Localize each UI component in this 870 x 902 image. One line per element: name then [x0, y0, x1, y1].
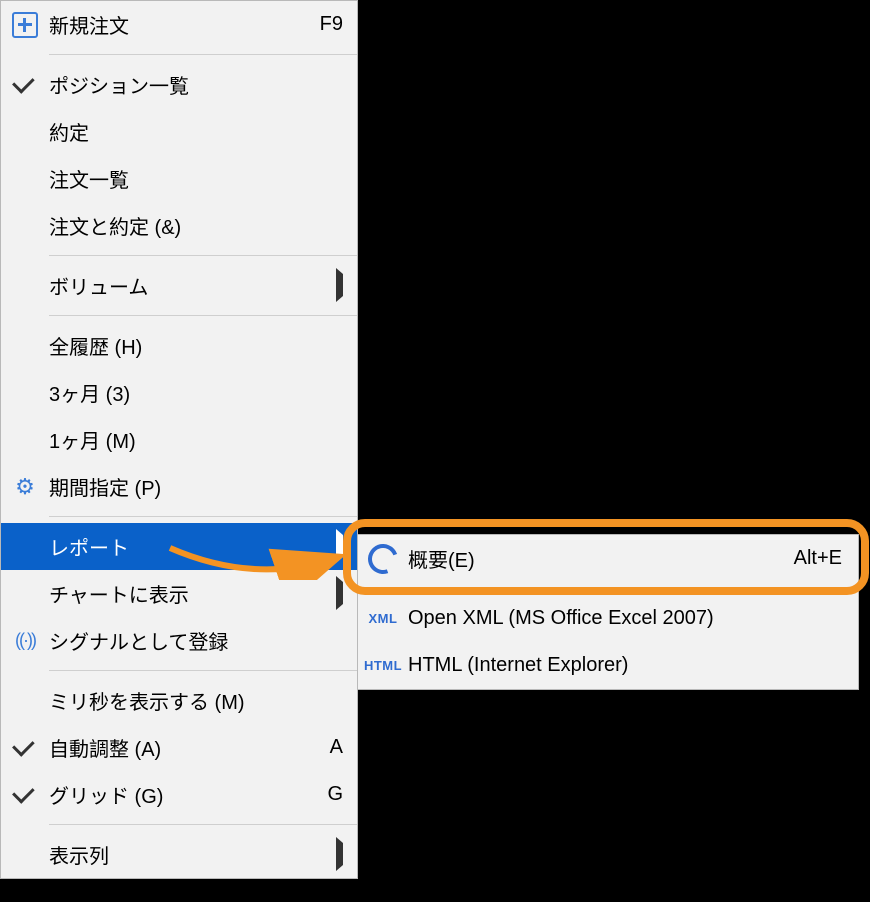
menu-item-label: 注文と約定 (&) — [49, 211, 343, 240]
menu-item-label: 注文一覧 — [49, 164, 343, 193]
menu-item-shortcut: F9 — [320, 13, 343, 36]
menu-item-label: 表示列 — [49, 840, 336, 869]
menu-item-label: シグナルとして登録 — [49, 626, 343, 655]
context-menu: 新規注文 F9 ポジション一覧 約定 注文一覧 注文と約定 (&) ボリューム … — [0, 0, 358, 879]
submenu-item-summary[interactable]: 概要(E) Alt+E — [358, 535, 858, 582]
menu-item-show-ms[interactable]: ミリ秒を表示する (M) — [1, 677, 357, 724]
plus-box-icon — [1, 12, 49, 38]
check-icon — [1, 78, 49, 91]
menu-item-orders[interactable]: 注文一覧 — [1, 155, 357, 202]
menu-item-grid[interactable]: グリッド (G) G — [1, 771, 357, 818]
submenu-item-open-xml[interactable]: XML Open XML (MS Office Excel 2007) — [358, 595, 858, 642]
menu-item-show-on-chart[interactable]: チャートに表示 — [1, 570, 357, 617]
menu-item-label: 自動調整 (A) — [49, 733, 320, 762]
submenu-item-label: HTML (Internet Explorer) — [408, 654, 842, 677]
submenu-arrow-icon — [336, 535, 343, 558]
submenu-arrow-icon — [336, 582, 343, 605]
gear-icon: ⚙ — [1, 476, 49, 498]
menu-item-label: ポジション一覧 — [49, 70, 343, 99]
signal-icon: ((·)) — [1, 630, 49, 651]
menu-item-new-order[interactable]: 新規注文 F9 — [1, 1, 357, 48]
menu-item-fills[interactable]: 約定 — [1, 108, 357, 155]
menu-item-label: ボリューム — [49, 271, 336, 300]
menu-item-positions[interactable]: ポジション一覧 — [1, 61, 357, 108]
menu-item-orders-fills[interactable]: 注文と約定 (&) — [1, 202, 357, 249]
menu-item-label: 3ヶ月 (3) — [49, 378, 343, 407]
menu-item-label: 期間指定 (P) — [49, 472, 343, 501]
menu-item-volume[interactable]: ボリューム — [1, 262, 357, 309]
submenu-item-shortcut: Alt+E — [794, 547, 842, 570]
menu-item-1month[interactable]: 1ヶ月 (M) — [1, 416, 357, 463]
submenu-arrow-icon — [336, 274, 343, 297]
menu-item-report[interactable]: レポート — [1, 523, 357, 570]
menu-item-label: 全履歴 (H) — [49, 331, 343, 360]
html-icon: HTML — [358, 658, 408, 673]
submenu-item-label: Open XML (MS Office Excel 2007) — [408, 607, 842, 630]
menu-item-register-signal[interactable]: ((·)) シグナルとして登録 — [1, 617, 357, 664]
menu-separator — [49, 255, 357, 256]
menu-item-all-history[interactable]: 全履歴 (H) — [1, 322, 357, 369]
menu-item-3months[interactable]: 3ヶ月 (3) — [1, 369, 357, 416]
check-icon — [1, 788, 49, 801]
xml-icon: XML — [358, 611, 408, 626]
menu-separator — [408, 588, 858, 589]
menu-separator — [49, 824, 357, 825]
menu-separator — [49, 54, 357, 55]
menu-separator — [49, 670, 357, 671]
menu-item-label: グリッド (G) — [49, 780, 317, 809]
menu-item-custom-period[interactable]: ⚙ 期間指定 (P) — [1, 463, 357, 510]
menu-separator — [49, 315, 357, 316]
submenu-item-html[interactable]: HTML HTML (Internet Explorer) — [358, 642, 858, 689]
menu-item-label: 新規注文 — [49, 10, 310, 39]
menu-item-shortcut: A — [330, 736, 343, 759]
menu-item-auto-adjust[interactable]: 自動調整 (A) A — [1, 724, 357, 771]
chart-icon — [358, 544, 408, 574]
submenu-arrow-icon — [336, 843, 343, 866]
check-icon — [1, 741, 49, 754]
menu-item-columns[interactable]: 表示列 — [1, 831, 357, 878]
menu-item-label: 1ヶ月 (M) — [49, 425, 343, 454]
menu-item-shortcut: G — [327, 783, 343, 806]
submenu-item-label: 概要(E) — [408, 544, 784, 573]
report-submenu: 概要(E) Alt+E XML Open XML (MS Office Exce… — [357, 534, 859, 690]
menu-separator — [49, 516, 357, 517]
menu-item-label: チャートに表示 — [49, 579, 336, 608]
menu-item-label: レポート — [49, 532, 336, 561]
menu-item-label: ミリ秒を表示する (M) — [49, 686, 343, 715]
menu-item-label: 約定 — [49, 117, 343, 146]
